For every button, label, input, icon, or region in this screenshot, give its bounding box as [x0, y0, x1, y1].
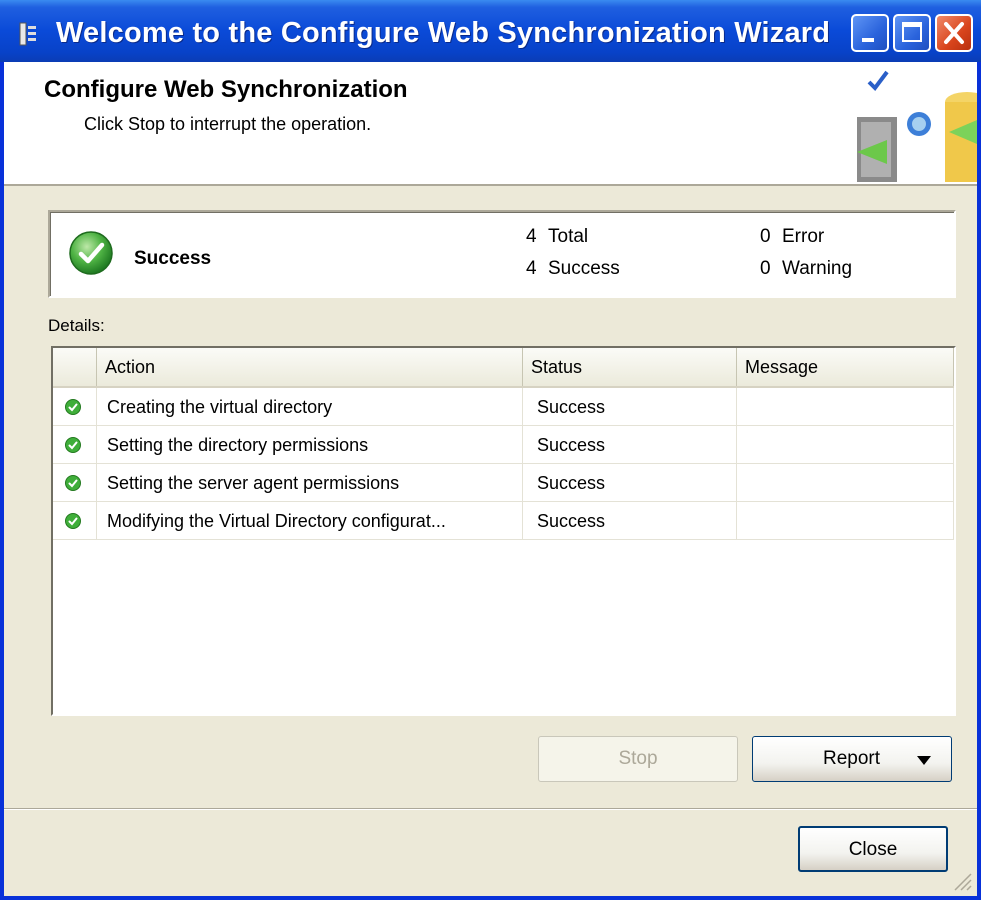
window-title: Welcome to the Configure Web Synchroniza…: [56, 17, 831, 49]
row-message: [737, 426, 954, 464]
row-action: Creating the virtual directory: [97, 388, 523, 426]
success-check-icon: [65, 513, 81, 529]
row-action: Modifying the Virtual Directory configur…: [97, 502, 523, 540]
title-bar[interactable]: Welcome to the Configure Web Synchroniza…: [0, 0, 981, 62]
minimize-icon: [862, 38, 874, 42]
report-label: Report: [823, 748, 881, 769]
web-sync-banner-icon: [857, 70, 977, 182]
table-row[interactable]: Setting the server agent permissions Suc…: [53, 464, 954, 502]
close-button[interactable]: Close: [798, 826, 948, 872]
close-window-button[interactable]: [935, 14, 973, 52]
overall-status: Success: [134, 248, 212, 269]
table-row[interactable]: Modifying the Virtual Directory configur…: [53, 502, 954, 540]
column-header-icon[interactable]: [53, 348, 97, 386]
row-action: Setting the server agent permissions: [97, 464, 523, 502]
stop-button[interactable]: Stop: [538, 736, 738, 782]
grid-header: Action Status Message: [53, 348, 954, 388]
page-subtitle: Click Stop to interrupt the operation.: [84, 114, 372, 134]
warning-count: 0 Warning: [760, 258, 853, 279]
summary-panel: Success 4 Total 4 Success 0 Error 0 Warning: [48, 210, 956, 298]
details-grid[interactable]: Action Status Message Creating the virtu…: [51, 346, 956, 716]
maximize-button[interactable]: [893, 14, 931, 52]
row-status: Success: [523, 388, 737, 426]
success-check-icon: [65, 437, 81, 453]
wizard-header: Configure Web Synchronization Click Stop…: [4, 62, 977, 186]
wizard-window: Welcome to the Configure Web Synchroniza…: [0, 0, 981, 900]
page-title: Configure Web Synchronization: [44, 76, 408, 103]
table-row[interactable]: Creating the virtual directory Success: [53, 388, 954, 426]
table-row[interactable]: Setting the directory permissions Succes…: [53, 426, 954, 464]
details-label: Details:: [48, 316, 105, 335]
report-dropdown-button[interactable]: Report: [752, 736, 952, 782]
row-message: [737, 502, 954, 540]
column-header-action[interactable]: Action: [97, 348, 523, 386]
close-icon: [944, 22, 964, 44]
row-message: [737, 464, 954, 502]
success-check-icon: [69, 231, 113, 275]
wizard-app-icon: [19, 22, 36, 46]
resize-grip-icon[interactable]: [951, 870, 973, 892]
column-header-status[interactable]: Status: [523, 348, 737, 386]
row-status: Success: [523, 502, 737, 540]
error-count: 0 Error: [760, 226, 825, 247]
dropdown-arrow-icon: [917, 756, 931, 765]
column-header-message[interactable]: Message: [737, 348, 954, 386]
success-count: 4 Success: [526, 258, 620, 279]
success-check-icon: [65, 475, 81, 491]
maximize-icon: [902, 22, 922, 42]
total-count: 4 Total: [526, 226, 589, 247]
footer-divider: [4, 808, 977, 810]
row-message: [737, 388, 954, 426]
minimize-button[interactable]: [851, 14, 889, 52]
row-status: Success: [523, 464, 737, 502]
row-action: Setting the directory permissions: [97, 426, 523, 464]
success-check-icon: [65, 399, 81, 415]
row-status: Success: [523, 426, 737, 464]
